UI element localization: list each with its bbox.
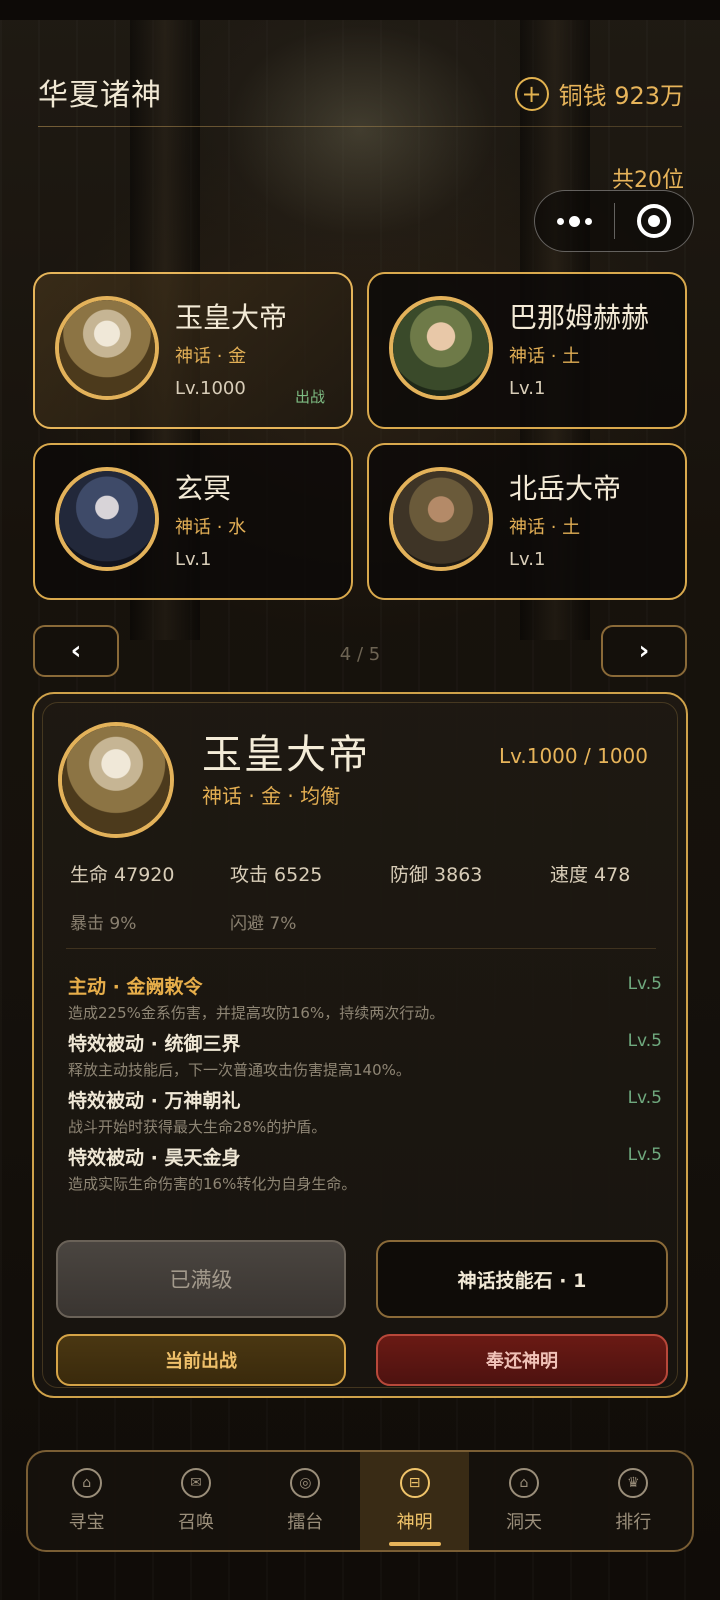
currency-label: 铜钱 923万: [558, 82, 684, 110]
god-level: Lv.1: [175, 549, 212, 570]
skill-level: Lv.5: [627, 1145, 662, 1165]
close-target-icon[interactable]: [615, 204, 694, 238]
god-meta: 神话 · 水: [175, 517, 247, 538]
header-divider: [38, 126, 682, 127]
nav-item-summon[interactable]: ✉ 召唤: [141, 1452, 250, 1550]
skill-list: 主动 · 金阙敕令 Lv.5 造成225%金系伤害，并提高攻防16%，持续两次行…: [68, 972, 662, 1200]
skill-level: Lv.5: [627, 1088, 662, 1108]
god-name: 玄冥: [175, 472, 232, 505]
skill-level: Lv.5: [627, 974, 662, 994]
ranking-icon: ♛: [618, 1468, 649, 1498]
god-name: 北岳大帝: [509, 472, 622, 505]
skill-item: 特效被动 · 统御三界 Lv.5 释放主动技能后，下一次普通攻击伤害提高140%…: [68, 1029, 662, 1086]
stat-speed: 速度 478: [550, 864, 631, 886]
mini-program-capsule: [534, 190, 694, 252]
nav-label: 神明: [396, 1512, 433, 1533]
detail-name: 玉皇大帝: [202, 732, 370, 778]
nav-item-deity[interactable]: ⊟ 神明: [359, 1452, 470, 1550]
detail-divider: [66, 948, 656, 949]
skill-item: 主动 · 金阙敕令 Lv.5 造成225%金系伤害，并提高攻防16%，持续两次行…: [68, 972, 662, 1029]
currency-display: + 铜钱 923万: [514, 76, 684, 111]
return-god-button[interactable]: 奉还神明: [376, 1334, 668, 1386]
deity-icon: ⊟: [399, 1468, 430, 1498]
stat-attack: 攻击 6525: [230, 864, 323, 886]
nav-item-treasure[interactable]: ⌂ 寻宝: [32, 1452, 141, 1550]
stat-crit: 暴击 9%: [70, 914, 137, 934]
god-detail-panel: 玉皇大帝 神话 · 金 · 均衡 Lv.1000 / 1000 生命 47920…: [32, 692, 688, 1398]
god-level: Lv.1: [509, 378, 546, 399]
cave-icon: ⌂: [508, 1468, 539, 1498]
detail-avatar: [58, 722, 174, 838]
page-title: 华夏诸神: [38, 78, 162, 113]
stat-hp: 生命 47920: [70, 864, 175, 886]
summon-icon: ✉: [180, 1468, 211, 1498]
treasure-icon: ⌂: [71, 1468, 102, 1498]
next-page-button[interactable]: ›: [601, 625, 687, 677]
god-level: Lv.1: [509, 549, 546, 570]
bottom-nav: ⌂ 寻宝 ✉ 召唤 ◎ 擂台 ⊟ 神明 ⌂ 洞天 ♛ 排行: [26, 1450, 694, 1552]
god-meta: 神话 · 土: [509, 346, 581, 367]
god-name: 玉皇大帝: [175, 301, 288, 334]
skill-item: 特效被动 · 昊天金身 Lv.5 造成实际生命伤害的16%转化为自身生命。: [68, 1143, 662, 1200]
stat-defense: 防御 3863: [390, 864, 483, 886]
god-card[interactable]: 玉皇大帝 神话 · 金 Lv.1000 出战: [33, 272, 353, 429]
god-level: Lv.1000: [175, 378, 246, 399]
skill-desc: 造成225%金系伤害，并提高攻防16%，持续两次行动。: [68, 1004, 445, 1022]
nav-item-arena[interactable]: ◎ 擂台: [251, 1452, 360, 1550]
status-bar: [0, 0, 720, 20]
nav-label: 排行: [615, 1512, 652, 1533]
skill-level: Lv.5: [627, 1031, 662, 1051]
god-meta: 神话 · 金: [175, 346, 247, 367]
arena-icon: ◎: [290, 1468, 321, 1498]
god-card[interactable]: 玄冥 神话 · 水 Lv.1: [33, 443, 353, 600]
current-deploy-button[interactable]: 当前出战: [56, 1334, 346, 1386]
god-avatar: [55, 467, 159, 571]
god-avatar: [389, 296, 493, 400]
stat-dodge: 闪避 7%: [230, 914, 297, 934]
max-level-button[interactable]: 已满级: [56, 1240, 346, 1318]
nav-label: 召唤: [177, 1512, 214, 1533]
nav-item-cave[interactable]: ⌂ 洞天: [469, 1452, 578, 1550]
nav-label: 洞天: [505, 1512, 542, 1533]
skill-desc: 释放主动技能后，下一次普通攻击伤害提高140%。: [68, 1061, 411, 1079]
detail-meta: 神话 · 金 · 均衡: [202, 784, 341, 808]
active-tag: 出战: [294, 388, 325, 406]
god-name: 巴那姆赫赫: [509, 301, 650, 334]
chevron-right-icon: ›: [638, 636, 650, 666]
skill-title: 主动 · 金阙敕令: [68, 976, 203, 998]
skill-desc: 战斗开始时获得最大生命28%的护盾。: [68, 1118, 327, 1136]
skill-title: 特效被动 · 万神朝礼: [68, 1090, 241, 1112]
skill-item: 特效被动 · 万神朝礼 Lv.5 战斗开始时获得最大生命28%的护盾。: [68, 1086, 662, 1143]
nav-label: 擂台: [287, 1512, 324, 1533]
plus-circle-icon[interactable]: +: [514, 76, 549, 111]
skill-title: 特效被动 · 统御三界: [68, 1033, 241, 1055]
god-meta: 神话 · 土: [509, 517, 581, 538]
skill-stone-button[interactable]: 神话技能石 · 1: [376, 1240, 668, 1318]
skill-title: 特效被动 · 昊天金身: [68, 1147, 241, 1169]
nav-item-ranking[interactable]: ♛ 排行: [579, 1452, 688, 1550]
god-card[interactable]: 巴那姆赫赫 神话 · 土 Lv.1: [367, 272, 687, 429]
more-icon[interactable]: [535, 215, 614, 227]
nav-label: 寻宝: [68, 1512, 105, 1533]
skill-desc: 造成实际生命伤害的16%转化为自身生命。: [68, 1175, 357, 1193]
stats-block: 生命 47920 攻击 6525 防御 3863 速度 478 暴击 9% 闪避…: [70, 860, 660, 934]
god-avatar: [55, 296, 159, 400]
god-avatar: [389, 467, 493, 571]
god-card[interactable]: 北岳大帝 神话 · 土 Lv.1: [367, 443, 687, 600]
detail-level: Lv.1000 / 1000: [498, 744, 648, 768]
